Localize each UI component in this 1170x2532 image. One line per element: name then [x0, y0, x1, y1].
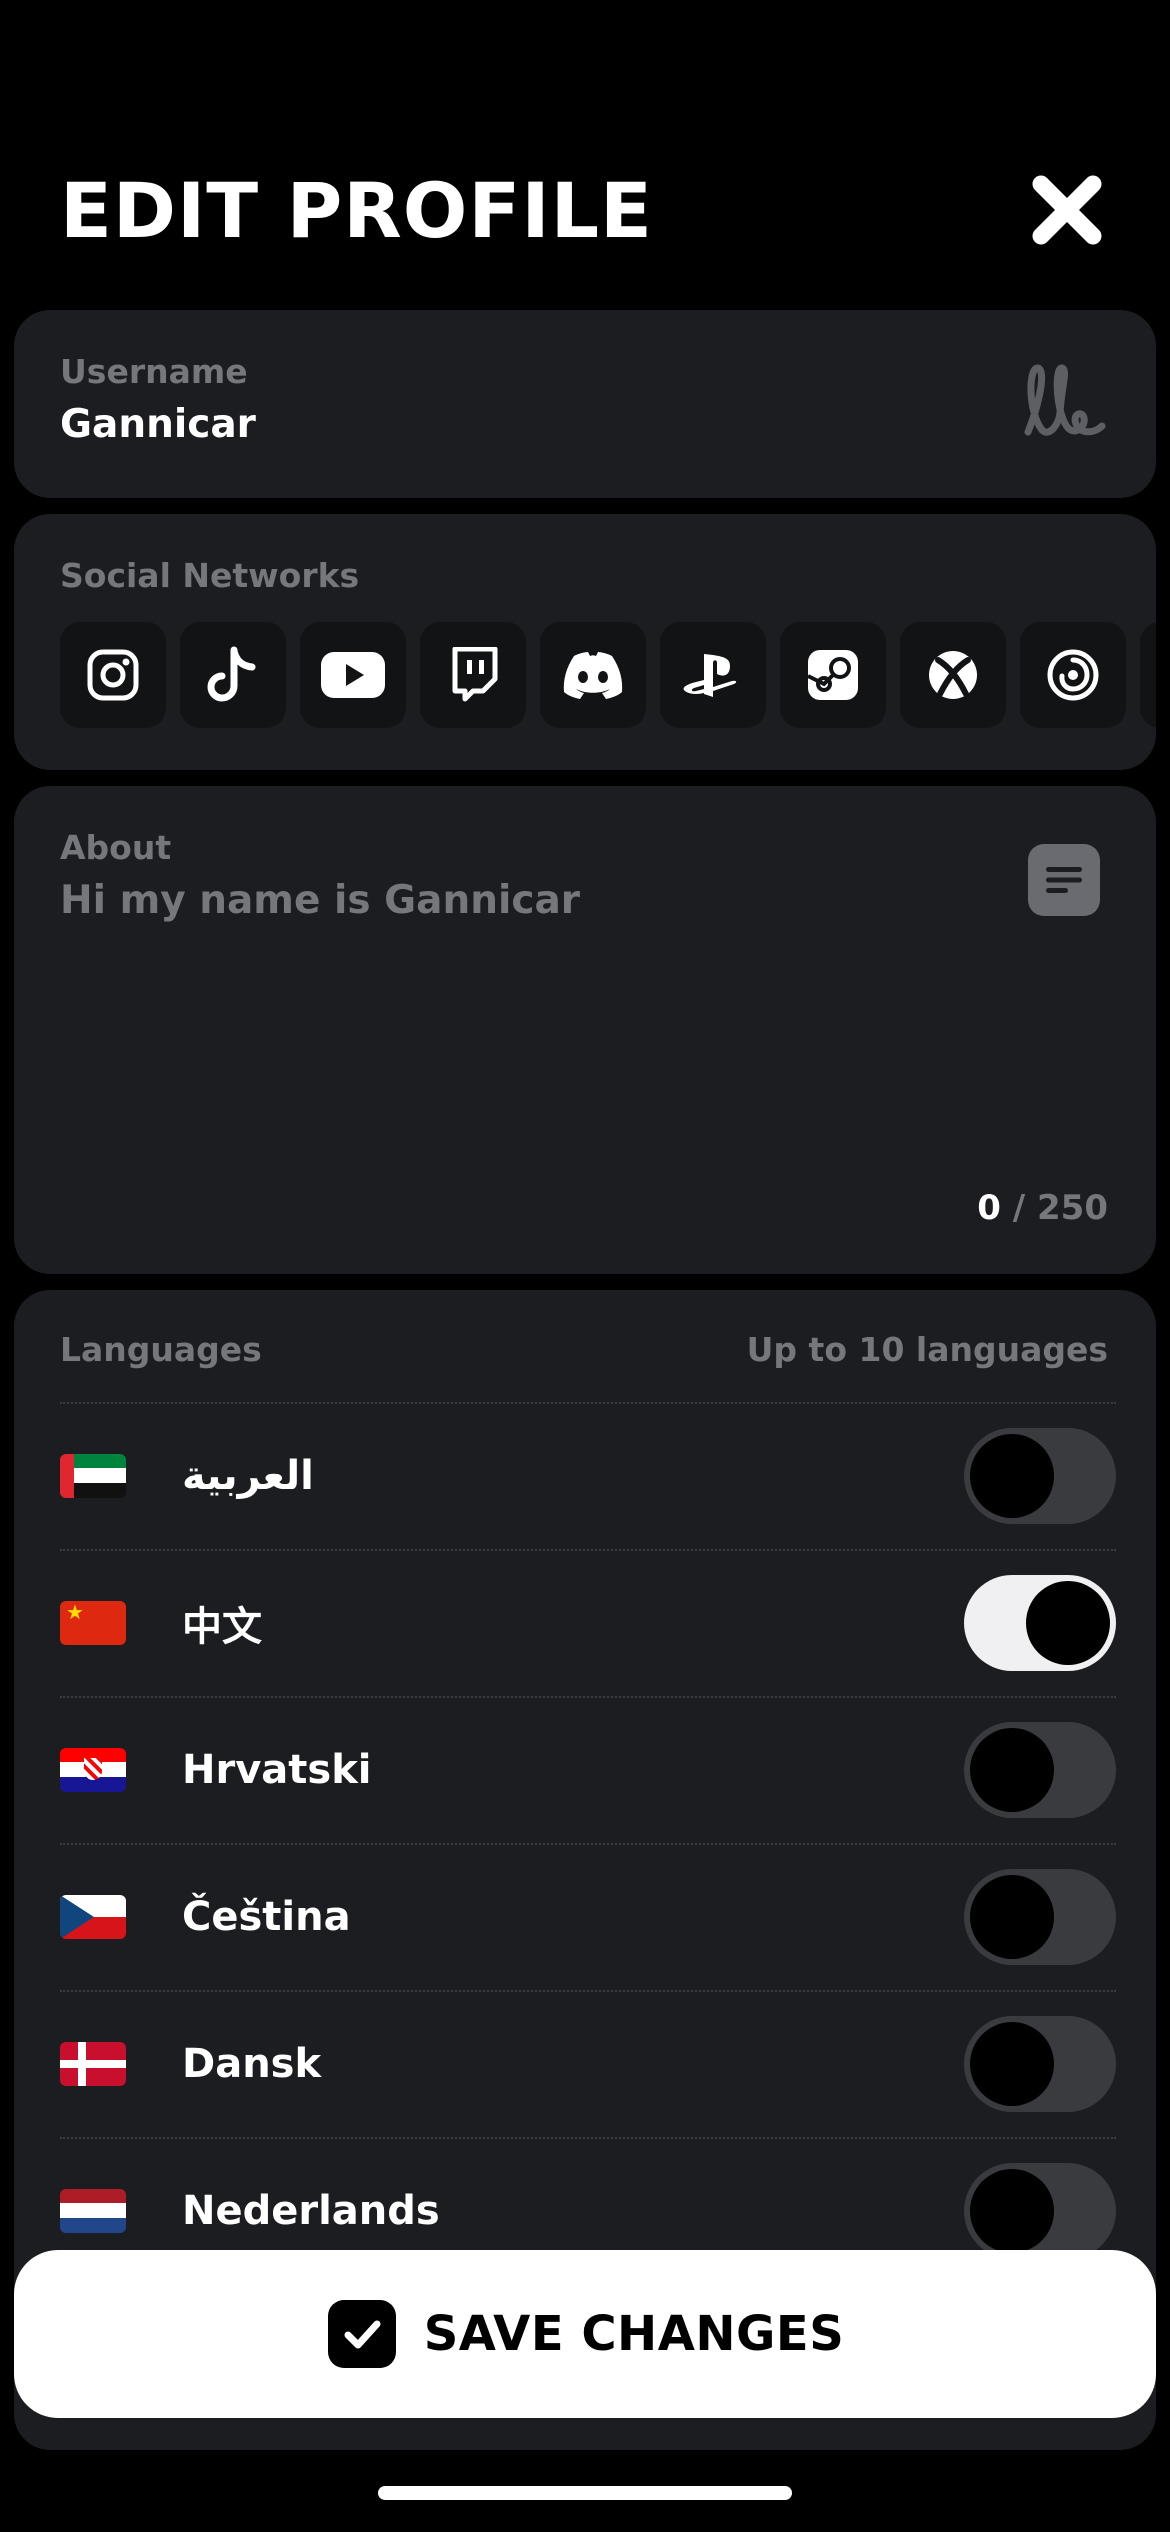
discord-icon	[563, 652, 623, 699]
page-title: EDIT PROFILE	[60, 165, 653, 255]
header: EDIT PROFILE	[60, 150, 1110, 270]
toggle-knob	[970, 2168, 1054, 2253]
toggle-knob	[970, 1874, 1054, 1959]
home-indicator[interactable]	[378, 2486, 792, 2500]
instagram-icon	[87, 649, 139, 701]
czech-flag-icon	[60, 1894, 126, 1939]
close-icon	[1032, 175, 1102, 245]
about-label: About	[60, 828, 172, 867]
character-count: 0	[977, 1188, 1001, 1228]
language-row-croatian[interactable]: Hrvatski	[60, 1696, 1116, 1843]
close-button[interactable]	[1024, 167, 1110, 253]
about-textarea[interactable]: Hi my name is Gannicar	[60, 878, 580, 923]
croatia-flag-icon	[60, 1747, 126, 1792]
language-name: Hrvatski	[182, 1746, 372, 1793]
social-networks-label: Social Networks	[60, 556, 360, 595]
netherlands-flag-icon	[60, 2188, 126, 2233]
social-ubisoft-button[interactable]	[1020, 622, 1126, 728]
toggle-knob	[970, 2021, 1054, 2106]
language-row-chinese[interactable]: ★ 中文	[60, 1549, 1116, 1696]
username-card[interactable]: Username Gannicar	[14, 310, 1156, 498]
ubisoft-icon	[1047, 649, 1099, 701]
social-xbox-button[interactable]	[900, 622, 1006, 728]
format-text-button[interactable]	[1028, 844, 1100, 916]
social-tiktok-button[interactable]	[180, 622, 286, 728]
social-instagram-button[interactable]	[60, 622, 166, 728]
social-networks-card: Social Networks	[14, 514, 1156, 770]
row-divider	[60, 1696, 1116, 1698]
language-toggle[interactable]	[964, 1721, 1116, 1818]
character-max: / 250	[1012, 1188, 1108, 1228]
about-card[interactable]: About Hi my name is Gannicar 0 / 250	[14, 786, 1156, 1274]
signature-icon	[1024, 364, 1106, 436]
language-toggle[interactable]	[964, 1427, 1116, 1524]
language-toggle[interactable]	[964, 2162, 1116, 2259]
toggle-knob	[970, 1433, 1054, 1518]
language-toggle[interactable]	[964, 2015, 1116, 2112]
xbox-icon	[929, 651, 977, 699]
toggle-knob	[1026, 1580, 1110, 1665]
row-divider	[60, 1549, 1116, 1551]
save-changes-label: SAVE CHANGES	[423, 2306, 845, 2362]
language-name: Čeština	[182, 1893, 351, 1940]
languages-label: Languages	[60, 1330, 262, 1369]
language-row-danish[interactable]: Dansk	[60, 1990, 1116, 2137]
social-twitch-button[interactable]	[420, 622, 526, 728]
social-steam-button[interactable]	[780, 622, 886, 728]
denmark-flag-icon	[60, 2041, 126, 2086]
social-more-button[interactable]	[1140, 622, 1156, 728]
character-counter: 0 / 250	[977, 1188, 1108, 1228]
language-row-czech[interactable]: Čeština	[60, 1843, 1116, 1990]
steam-icon	[807, 650, 858, 700]
social-discord-button[interactable]	[540, 622, 646, 728]
row-divider	[60, 2137, 1116, 2139]
text-lines-icon	[1046, 867, 1082, 893]
row-divider	[60, 1843, 1116, 1845]
toggle-knob	[970, 1727, 1054, 1812]
social-networks-list	[60, 622, 1156, 728]
username-label: Username	[60, 352, 248, 391]
checkbox-check-icon	[327, 2300, 396, 2368]
social-playstation-button[interactable]	[660, 622, 766, 728]
username-value: Gannicar	[60, 402, 256, 447]
language-toggle[interactable]	[964, 1868, 1116, 1965]
tiktok-icon	[207, 646, 256, 702]
twitch-icon	[452, 647, 498, 702]
language-row-arabic[interactable]: العربية	[60, 1402, 1116, 1549]
row-divider	[60, 1402, 1116, 1404]
language-name: 中文	[182, 1603, 262, 1650]
social-youtube-button[interactable]	[300, 622, 406, 728]
playstation-icon	[683, 654, 737, 697]
language-name: Nederlands	[182, 2187, 440, 2234]
china-flag-icon: ★	[60, 1600, 126, 1645]
language-toggle[interactable]	[964, 1574, 1116, 1671]
save-changes-button[interactable]: SAVE CHANGES	[14, 2250, 1156, 2418]
youtube-icon	[321, 652, 385, 698]
uae-flag-icon	[60, 1453, 126, 1498]
language-name: العربية	[182, 1452, 314, 1499]
languages-hint: Up to 10 languages	[746, 1330, 1108, 1369]
row-divider	[60, 1990, 1116, 1992]
language-name: Dansk	[182, 2040, 322, 2087]
